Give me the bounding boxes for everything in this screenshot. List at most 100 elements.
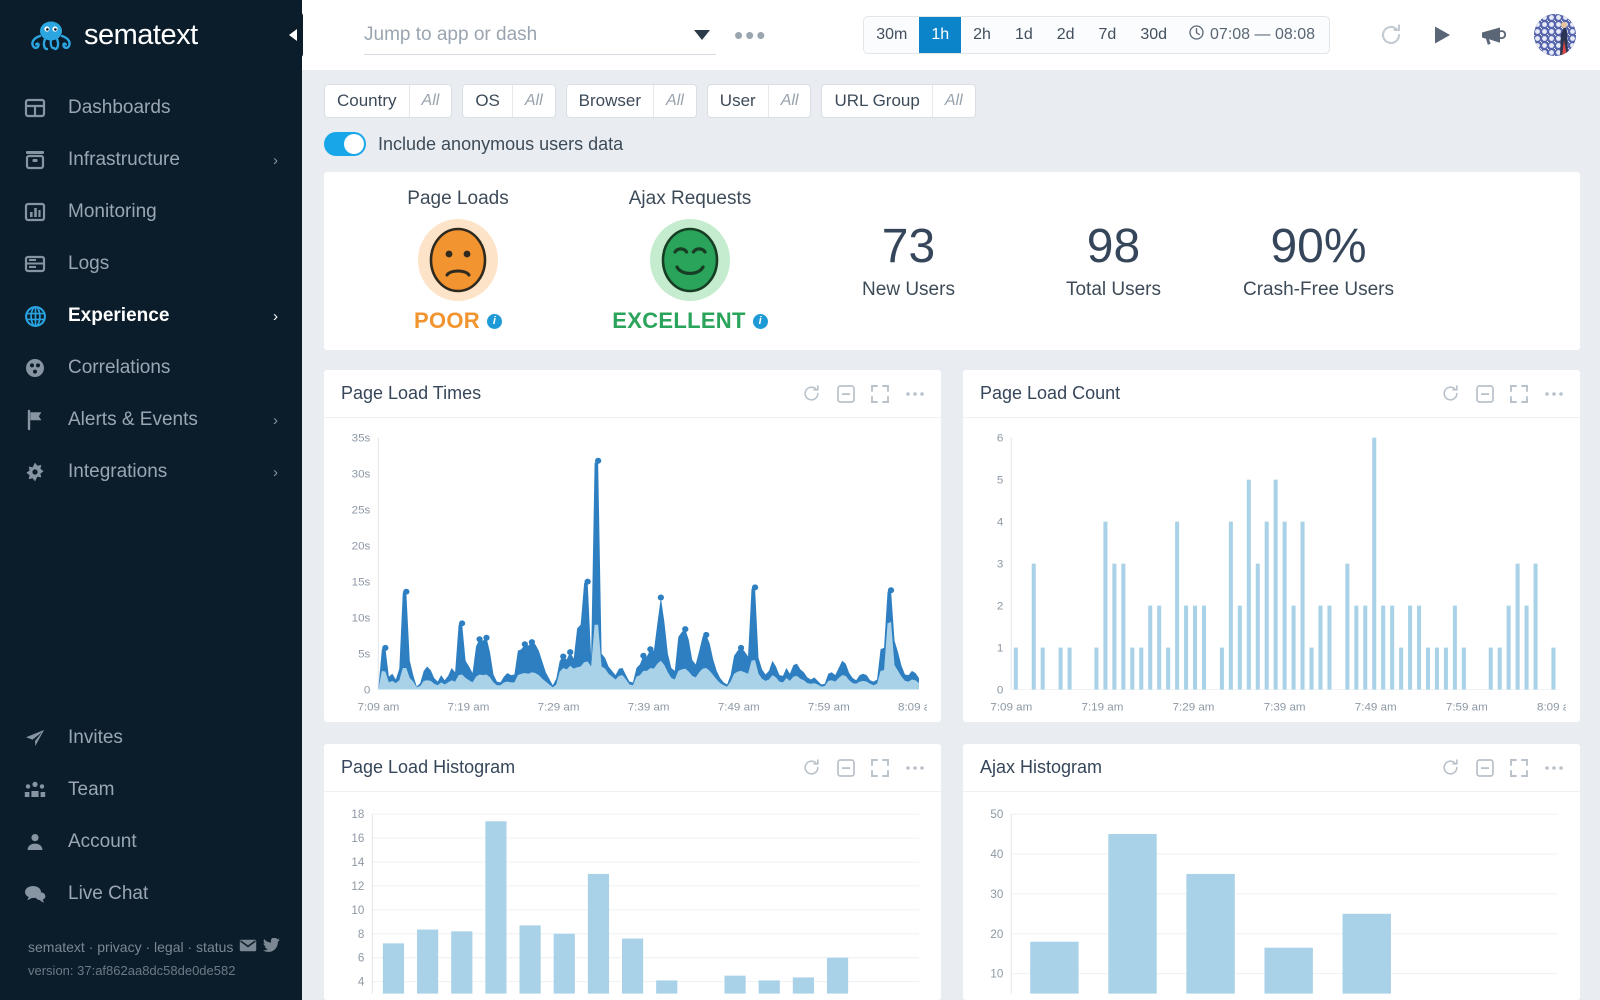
sidebar-item-label: Account — [68, 831, 278, 853]
sidebar-item-label: Dashboards — [68, 97, 258, 119]
range-1d[interactable]: 1d — [1003, 17, 1045, 53]
sidebar-item-invites[interactable]: Invites — [0, 712, 302, 764]
megaphone-icon[interactable] — [1480, 23, 1508, 47]
filter-country[interactable]: Country All — [324, 84, 452, 118]
sidebar-item-label: Integrations — [68, 461, 253, 483]
refresh-icon[interactable] — [1441, 384, 1460, 403]
info-icon[interactable]: i — [487, 314, 502, 329]
ajax-histogram-chart[interactable]: 1020304050 — [971, 804, 1566, 996]
range-30d[interactable]: 30d — [1128, 17, 1179, 53]
sidebar-item-integrations[interactable]: Integrations › — [0, 446, 302, 498]
sidebar-item-label: Team — [68, 779, 278, 801]
minimize-icon[interactable] — [1476, 759, 1494, 777]
sidebar-item-infrastructure[interactable]: Infrastructure › — [0, 134, 302, 186]
refresh-icon[interactable] — [802, 758, 821, 777]
svg-text:30s: 30s — [352, 469, 371, 481]
twitter-icon[interactable] — [263, 936, 280, 960]
filter-browser[interactable]: Browser All — [566, 84, 697, 118]
version-label: version: 37:af862aa8dc58de0de582 — [28, 960, 302, 982]
svg-text:0: 0 — [997, 685, 1003, 697]
svg-text:18: 18 — [351, 810, 364, 822]
card-title: Ajax Histogram — [980, 757, 1441, 778]
minimize-icon[interactable] — [1476, 385, 1494, 403]
kpi-page-loads-verdict-text: POOR — [414, 308, 480, 334]
filter-key: Country — [325, 85, 409, 117]
time-range-display[interactable]: 07:08 — 08:08 — [1179, 17, 1329, 53]
minimize-icon[interactable] — [837, 759, 855, 777]
filter-value: All — [932, 85, 975, 117]
anonymous-users-toggle[interactable] — [324, 132, 366, 156]
minimize-icon[interactable] — [837, 385, 855, 403]
filter-user[interactable]: User All — [707, 84, 812, 118]
sidebar-item-logs[interactable]: Logs — [0, 238, 302, 290]
fullscreen-icon[interactable] — [1510, 759, 1528, 777]
svg-text:7:39 am: 7:39 am — [628, 702, 670, 714]
page-load-histogram-chart[interactable]: 4681012141618 — [332, 804, 927, 996]
fullscreen-icon[interactable] — [871, 759, 889, 777]
time-range-text: 07:08 — 08:08 — [1210, 26, 1315, 44]
play-icon[interactable] — [1430, 23, 1454, 47]
brand-logo[interactable]: sematext — [0, 0, 302, 70]
sidebar-item-dashboards[interactable]: Dashboards — [0, 82, 302, 134]
sidebar-item-account[interactable]: Account — [0, 816, 302, 868]
range-30m[interactable]: 30m — [864, 17, 919, 53]
range-1h[interactable]: 1h — [919, 17, 961, 53]
chevron-right-icon: › — [273, 152, 278, 169]
svg-text:8:09 am: 8:09 am — [898, 702, 927, 714]
chevron-down-icon[interactable] — [694, 30, 710, 40]
card-tools — [802, 758, 925, 777]
collapse-sidebar-button[interactable] — [283, 12, 303, 58]
fullscreen-icon[interactable] — [871, 385, 889, 403]
page-load-count-chart[interactable]: 01234567:09 am7:19 am7:29 am7:39 am7:49 … — [971, 430, 1566, 718]
team-icon — [22, 780, 48, 800]
card-header: Page Load Times — [324, 370, 941, 418]
sidebar-item-correlations[interactable]: Correlations — [0, 342, 302, 394]
jump-to-app-field[interactable] — [364, 15, 716, 55]
info-icon[interactable]: i — [753, 314, 768, 329]
avatar[interactable] — [1534, 14, 1576, 56]
sidebar-item-alerts-events[interactable]: Alerts & Events › — [0, 394, 302, 446]
range-7d[interactable]: 7d — [1087, 17, 1129, 53]
svg-text:7:49 am: 7:49 am — [718, 702, 760, 714]
fullscreen-icon[interactable] — [1510, 385, 1528, 403]
svg-text:7:39 am: 7:39 am — [1264, 702, 1306, 714]
footer-links[interactable]: sematext · privacy · legal · status — [28, 936, 233, 960]
kpi-ajax-requests: Ajax Requests EXCELLENT i — [574, 188, 806, 334]
primary-nav: Dashboards Infrastructure › Monitoring — [0, 82, 302, 498]
refresh-icon[interactable] — [802, 384, 821, 403]
refresh-icon[interactable] — [1378, 22, 1404, 48]
kpi-total-users-label: Total Users — [1011, 279, 1216, 301]
more-icon[interactable] — [1544, 765, 1564, 771]
card-ajax-histogram: Ajax Histogram 1020304050 — [963, 744, 1580, 1000]
card-title: Page Load Histogram — [341, 757, 802, 778]
range-2h[interactable]: 2h — [961, 17, 1003, 53]
kpi-page-loads-face — [342, 218, 574, 302]
more-icon[interactable] — [905, 765, 925, 771]
globe-icon — [22, 305, 48, 328]
more-icon[interactable] — [905, 391, 925, 397]
filter-url-group[interactable]: URL Group All — [821, 84, 975, 118]
time-range-selector: 30m 1h 2h 1d 2d 7d 30d 07:08 — 08:08 — [863, 16, 1330, 54]
svg-text:7:59 am: 7:59 am — [1446, 702, 1488, 714]
sidebar-item-monitoring[interactable]: Monitoring — [0, 186, 302, 238]
page-load-times-chart[interactable]: 05s10s15s20s25s30s35s7:09 am7:19 am7:29 … — [332, 430, 927, 718]
refresh-icon[interactable] — [1441, 758, 1460, 777]
topbar-more-button[interactable]: ••• — [734, 30, 767, 40]
svg-text:4: 4 — [358, 977, 365, 989]
filter-value: All — [653, 85, 696, 117]
search-input[interactable] — [364, 24, 664, 46]
sidebar-item-team[interactable]: Team — [0, 764, 302, 816]
range-2d[interactable]: 2d — [1045, 17, 1087, 53]
filter-os[interactable]: OS All — [462, 84, 555, 118]
anonymous-users-toggle-row: Include anonymous users data — [324, 132, 1580, 156]
more-icon[interactable] — [1544, 391, 1564, 397]
sidebar-spacer — [0, 498, 302, 712]
svg-text:7:49 am: 7:49 am — [1355, 702, 1397, 714]
sidebar-item-experience[interactable]: Experience › — [0, 290, 302, 342]
email-icon[interactable] — [239, 936, 257, 960]
sidebar-item-live-chat[interactable]: Live Chat — [0, 868, 302, 920]
kpi-crash-free-users-label: Crash-Free Users — [1216, 279, 1421, 301]
clock-icon — [1189, 25, 1204, 45]
main-area: ••• 30m 1h 2h 1d 2d 7d 30d 07:08 — 08:08 — [302, 0, 1600, 1000]
kpi-summary-card: Page Loads POOR i Ajax Requests — [324, 172, 1580, 350]
